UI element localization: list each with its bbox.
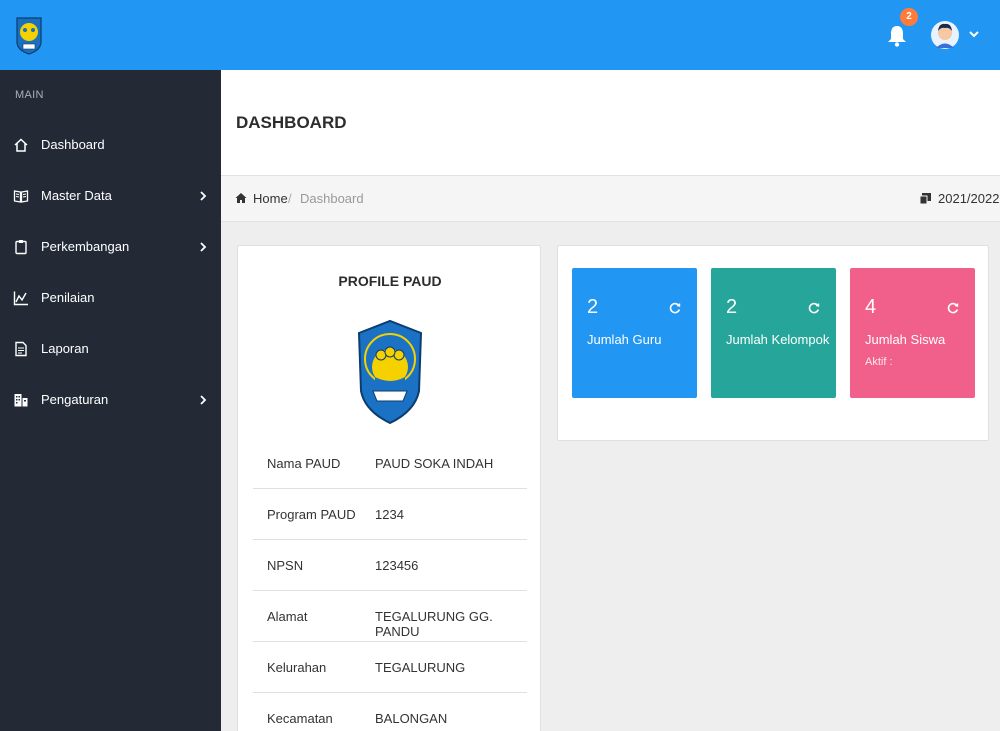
profile-key: NPSN [267, 558, 304, 573]
profile-row-alamat: Alamat TEGALURUNG GG. PANDU [253, 591, 527, 642]
stat-jumlah-guru[interactable]: 2 Jumlah Guru [572, 268, 697, 398]
refresh-icon[interactable] [947, 302, 959, 314]
sidebar-item-label: Perkembangan [41, 239, 130, 254]
chevron-right-icon [200, 395, 207, 405]
sidebar-item-laporan[interactable]: Laporan [0, 329, 221, 369]
sidebar-item-perkembangan[interactable]: Perkembangan [0, 227, 221, 267]
calendar-icon [919, 193, 931, 205]
academic-year: 2021/2022 [938, 191, 1000, 206]
breadcrumb-home-link[interactable]: Home [253, 191, 288, 206]
sidebar-item-label: Laporan [41, 341, 89, 356]
sidebar-item-dashboard[interactable]: Dashboard [0, 125, 221, 165]
sidebar: MAIN Dashboard Master Data Perkembangan [0, 70, 221, 731]
stat-jumlah-kelompok[interactable]: 2 Jumlah Kelompok [711, 268, 836, 398]
breadcrumb-separator: / [288, 191, 292, 206]
page-header: DASHBOARD [221, 70, 1000, 176]
profile-value: BALONGAN [375, 711, 448, 726]
home-icon [14, 138, 28, 152]
stat-label: Jumlah Siswa [865, 332, 946, 347]
building-icon [14, 394, 28, 407]
profile-key: Alamat [267, 609, 308, 624]
tut-wuri-logo-icon [357, 319, 423, 425]
sidebar-item-label: Master Data [41, 188, 112, 203]
sidebar-item-master-data[interactable]: Master Data [0, 176, 221, 216]
user-avatar-icon[interactable] [930, 18, 960, 52]
sidebar-item-pengaturan[interactable]: Pengaturan [0, 380, 221, 420]
top-navbar: 2 [0, 0, 1000, 70]
sidebar-item-label: Pengaturan [41, 392, 109, 407]
clipboard-icon [15, 240, 27, 255]
stat-label: Jumlah Kelompok [726, 332, 830, 347]
profile-row-npsn: NPSN 123456 [253, 540, 527, 591]
sidebar-item-penilaian[interactable]: Penilaian [0, 278, 221, 318]
profile-value: 1234 [375, 507, 404, 522]
stats-card: 2 Jumlah Guru 2 Jumlah Kelompok 4 Jumlah… [557, 245, 989, 441]
profile-value: TEGALURUNG GG. PANDU [375, 609, 493, 639]
profile-key: Program PAUD [267, 507, 356, 522]
profile-row-kecamatan: Kecamatan BALONGAN [253, 693, 527, 731]
stat-jumlah-siswa[interactable]: 4 Jumlah Siswa Aktif : [850, 268, 975, 398]
stat-sublabel: Aktif : [865, 356, 893, 368]
chevron-down-icon[interactable] [968, 28, 980, 40]
profile-key: Kelurahan [267, 660, 327, 675]
document-icon [15, 341, 27, 357]
profile-card: PROFILE PAUD Nama PAUD PAUD SOKA INDAH P… [237, 245, 541, 731]
profile-row-nama: Nama PAUD PAUD SOKA INDAH [253, 438, 527, 489]
profile-key: Nama PAUD [267, 456, 341, 471]
profile-value: 123456 [375, 558, 419, 573]
profile-row-program: Program PAUD 1234 [253, 489, 527, 540]
breadcrumb-current: Dashboard [300, 191, 364, 206]
stat-value: 4 [865, 296, 877, 318]
chart-line-icon [13, 291, 28, 306]
chevron-right-icon [200, 191, 207, 201]
profile-value: PAUD SOKA INDAH [375, 456, 494, 471]
sidebar-heading: MAIN [15, 89, 44, 101]
stat-label: Jumlah Guru [587, 332, 662, 347]
bell-icon[interactable] [886, 22, 908, 48]
stat-value: 2 [726, 296, 738, 318]
chevron-right-icon [200, 242, 207, 252]
sidebar-item-label: Penilaian [41, 290, 95, 305]
page-title: DASHBOARD [236, 113, 347, 132]
sidebar-item-label: Dashboard [41, 137, 105, 152]
profile-row-kelurahan: Kelurahan TEGALURUNG [253, 642, 527, 693]
refresh-icon[interactable] [808, 302, 820, 314]
profile-key: Kecamatan [267, 711, 333, 726]
refresh-icon[interactable] [669, 302, 681, 314]
tut-wuri-logo-icon[interactable] [14, 14, 44, 56]
breadcrumb: Home / Dashboard 2021/2022 [221, 176, 1000, 222]
profile-title: PROFILE PAUD [338, 273, 442, 289]
home-icon [235, 193, 247, 203]
stat-value: 2 [587, 296, 599, 318]
profile-value: TEGALURUNG [375, 660, 466, 675]
book-icon [13, 190, 29, 203]
notification-badge: 2 [900, 8, 918, 26]
